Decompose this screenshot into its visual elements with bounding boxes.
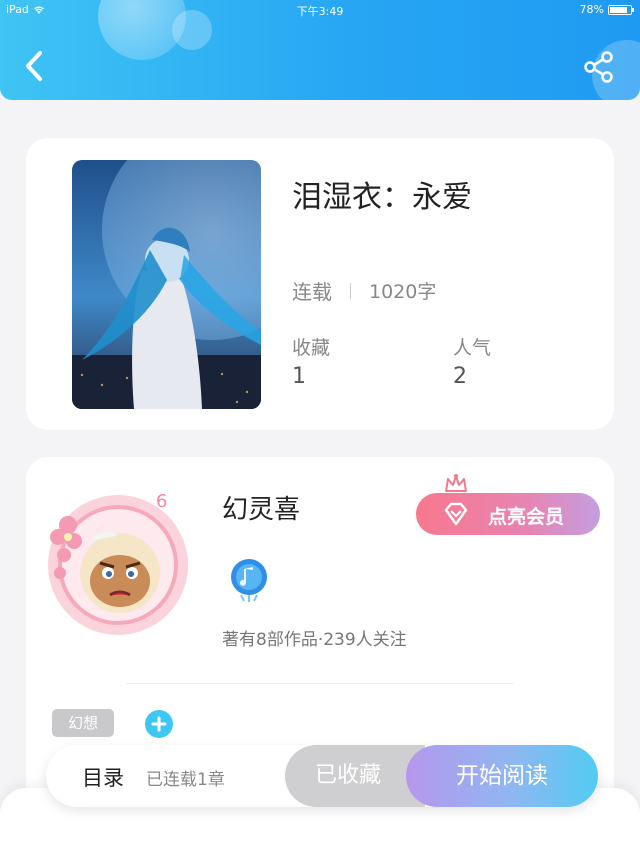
chevron-left-icon [26, 51, 42, 81]
cover-illustration [72, 160, 261, 409]
add-tag-button[interactable] [145, 710, 173, 738]
divider [126, 683, 514, 684]
book-title: 泪湿衣：永爱 [292, 180, 472, 215]
author-works-summary: 著有8部作品·239人关注 [222, 630, 407, 650]
battery-percent: 78% [579, 3, 604, 16]
battery-icon [608, 4, 634, 15]
top-header: iPad 下午3:49 78% [0, 0, 640, 100]
share-icon [584, 51, 613, 83]
table-of-contents-button[interactable]: 目录 [82, 762, 124, 792]
plus-icon [151, 716, 167, 732]
start-reading-button[interactable]: 开始阅读 [406, 745, 598, 807]
serial-status: 连载 [292, 280, 332, 304]
share-button[interactable] [582, 50, 616, 84]
crown-icon [445, 474, 467, 492]
favorites-label: 收藏 [292, 337, 331, 359]
book-cover[interactable] [72, 160, 261, 409]
bottom-action-bar: 目录 已连载1章 已收藏 开始阅读 [46, 745, 598, 807]
status-time: 下午3:49 [296, 5, 344, 18]
avatar-image: 6 [48, 491, 188, 635]
vip-button-label: 点亮会员 [488, 506, 565, 528]
favorites-count: 1 [292, 364, 306, 389]
diamond-icon [444, 502, 468, 526]
status-bar: iPad 下午3:49 78% [0, 0, 640, 18]
music-badge-icon [231, 559, 267, 602]
book-info-card: 泪湿衣：永爱 连载 1020字 收藏 1 人气 2 [26, 138, 614, 430]
level-number: 6 [156, 491, 167, 512]
popularity-label: 人气 [453, 337, 492, 359]
collected-button[interactable]: 已收藏 [285, 745, 425, 807]
word-count: 1020字 [369, 281, 437, 303]
chapter-count: 已连载1章 [146, 770, 225, 790]
author-avatar[interactable]: 6 [38, 485, 198, 645]
book-status-row: 连载 1020字 [292, 276, 436, 305]
vip-button[interactable]: 点亮会员 [416, 493, 600, 535]
back-button[interactable] [20, 48, 50, 84]
author-name: 幻灵喜 [222, 495, 301, 525]
genre-tag[interactable]: 幻想 [52, 709, 114, 737]
divider [350, 282, 351, 299]
popularity-count: 2 [453, 364, 467, 389]
